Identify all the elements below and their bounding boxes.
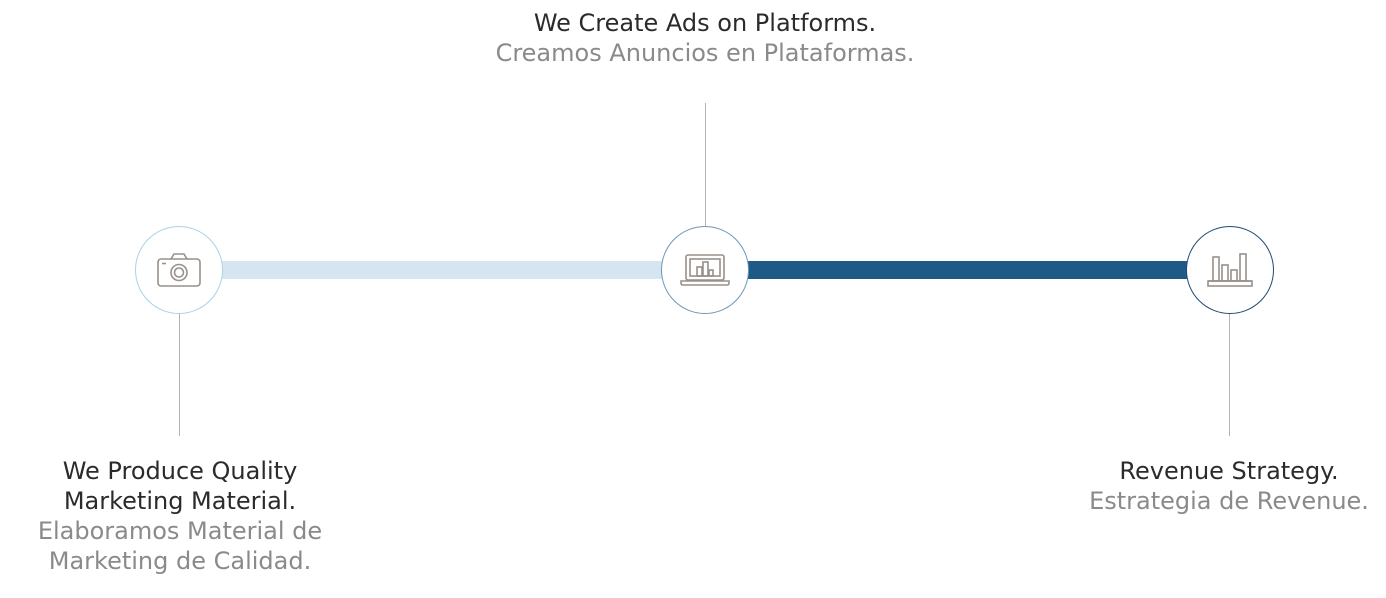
laptop-chart-icon [680, 254, 730, 286]
stem-line-1 [179, 314, 180, 436]
step-node-1 [135, 226, 223, 314]
step-1-subtitle-line-1: Elaboramos Material de [37, 517, 323, 545]
process-diagram: We Produce Quality Marketing Material. E… [0, 0, 1386, 598]
step-label-2: We Create Ads on Platforms. Creamos Anun… [405, 8, 1005, 68]
step-label-1: We Produce Quality Marketing Material. E… [0, 456, 360, 576]
step-2-subtitle: Creamos Anuncios en Plataformas. [495, 39, 915, 67]
stem-line-3 [1229, 314, 1230, 436]
step-3-title: Revenue Strategy. [1119, 457, 1339, 485]
step-2-title: We Create Ads on Platforms. [533, 9, 877, 37]
step-node-3 [1186, 226, 1274, 314]
step-node-2 [661, 226, 749, 314]
step-1-subtitle-line-2: Marketing de Calidad. [48, 547, 312, 575]
bar-chart-icon [1207, 253, 1253, 287]
connector-bar-light [222, 261, 664, 279]
camera-icon [157, 253, 201, 287]
step-1-title-line-2: Marketing Material. [63, 487, 297, 515]
step-3-subtitle: Estrategia de Revenue. [1089, 487, 1369, 515]
connector-bar-dark [748, 261, 1190, 279]
step-1-title-line-1: We Produce Quality [62, 457, 298, 485]
step-label-3: Revenue Strategy. Estrategia de Revenue. [1056, 456, 1386, 516]
stem-line-2 [705, 103, 706, 226]
